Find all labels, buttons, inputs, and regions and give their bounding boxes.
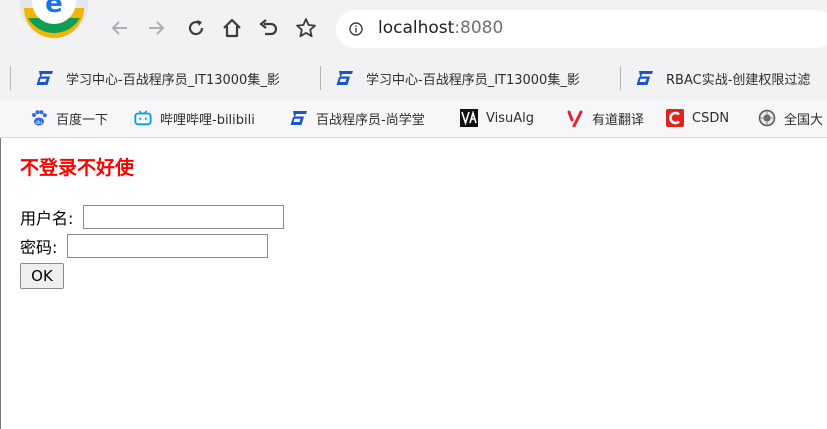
tab-title: 学习中心-百战程序员_IT13000集_影: [66, 72, 280, 88]
tab-divider: [620, 66, 621, 90]
username-row: 用户名:: [20, 205, 285, 229]
url-port: :8080: [454, 18, 504, 38]
forward-button[interactable]: [142, 14, 170, 42]
arrow-left-icon: [111, 21, 127, 35]
bookmark-label: VisuAlg: [486, 110, 534, 126]
bookmark-youdao[interactable]: 有道翻译: [566, 108, 644, 128]
tab-divider: [320, 66, 321, 90]
browser-logo-icon[interactable]: e: [18, 0, 90, 40]
page-content: 不登录不好使 用户名: 密码: OK: [0, 138, 827, 429]
home-icon: [223, 18, 241, 38]
address-bar[interactable]: localhost:8080: [336, 10, 827, 48]
bookmark-label: 有道翻译: [592, 112, 645, 128]
username-input[interactable]: [83, 205, 285, 229]
url-host: localhost: [378, 18, 455, 38]
bookmark-star-button[interactable]: [292, 14, 320, 42]
tab-divider: [10, 66, 11, 90]
username-label: 用户名:: [20, 209, 74, 228]
bookmark-label: CSDN: [692, 110, 730, 126]
arrow-right-icon: [149, 21, 165, 35]
baizhan-logo-icon: [290, 111, 307, 125]
back-button[interactable]: [106, 14, 134, 42]
browser-toolbar: e localhost:8080: [0, 0, 827, 56]
baizhan-logo-icon: [336, 71, 353, 85]
reload-icon: [188, 20, 204, 36]
page-title: 不登录不好使: [20, 157, 135, 179]
password-input[interactable]: [67, 234, 269, 258]
tab-title: 学习中心-百战程序员_IT13000集_影: [366, 72, 580, 88]
bookmark-baizhan[interactable]: 百战程序员-尚学堂: [290, 108, 425, 128]
bookmark-bilibili[interactable]: 哔哩哔哩-bilibili: [134, 108, 255, 128]
undo-button[interactable]: [255, 14, 283, 42]
undo-icon: [259, 19, 278, 36]
bookmark-label: 哔哩哔哩-bilibili: [160, 112, 255, 128]
svg-text:du: du: [36, 120, 42, 126]
bookmark-visualgo[interactable]: VisuAlg: [460, 108, 534, 128]
bilibili-tv-icon: [134, 110, 152, 126]
tab-strip: 学习中心-百战程序员_IT13000集_影 学习中心-百战程序员_IT13000…: [0, 56, 827, 100]
bookmark-label: 百度一下: [56, 112, 109, 128]
ok-button[interactable]: OK: [20, 263, 64, 289]
youdao-logo-icon: [567, 110, 583, 127]
bookmark-csdn[interactable]: CSDN: [666, 108, 729, 128]
reload-button[interactable]: [182, 14, 210, 42]
baidu-paw-icon: du: [32, 110, 47, 126]
globe-emblem-icon: [758, 109, 776, 127]
bookmark-label: 全国大: [784, 112, 824, 128]
password-row: 密码:: [20, 234, 269, 258]
home-button[interactable]: [218, 14, 246, 42]
svg-text:e: e: [45, 0, 63, 19]
star-icon: [296, 18, 316, 38]
tab-rbac[interactable]: RBAC实战-创建权限过滤: [636, 64, 827, 92]
baizhan-logo-icon: [36, 71, 53, 85]
tab-title: RBAC实战-创建权限过滤: [666, 72, 811, 88]
bookmarks-bar: du 百度一下 哔哩哔哩-bilibili 百战程序员-尚学堂 VisuAlg …: [0, 100, 827, 138]
url-text[interactable]: localhost:8080: [378, 18, 503, 38]
csdn-logo-icon: [666, 109, 684, 127]
baizhan-logo-icon: [636, 71, 653, 85]
bookmark-national[interactable]: 全国大: [758, 108, 823, 128]
tab-learning-center-1[interactable]: 学习中心-百战程序员_IT13000集_影: [36, 64, 312, 92]
password-label: 密码:: [20, 238, 58, 257]
tab-learning-center-2[interactable]: 学习中心-百战程序员_IT13000集_影: [336, 64, 612, 92]
bookmark-label: 百战程序员-尚学堂: [316, 112, 425, 128]
bookmark-baidu[interactable]: du 百度一下: [30, 108, 108, 128]
visualgo-logo-icon: [460, 109, 478, 127]
info-icon[interactable]: [349, 22, 363, 36]
